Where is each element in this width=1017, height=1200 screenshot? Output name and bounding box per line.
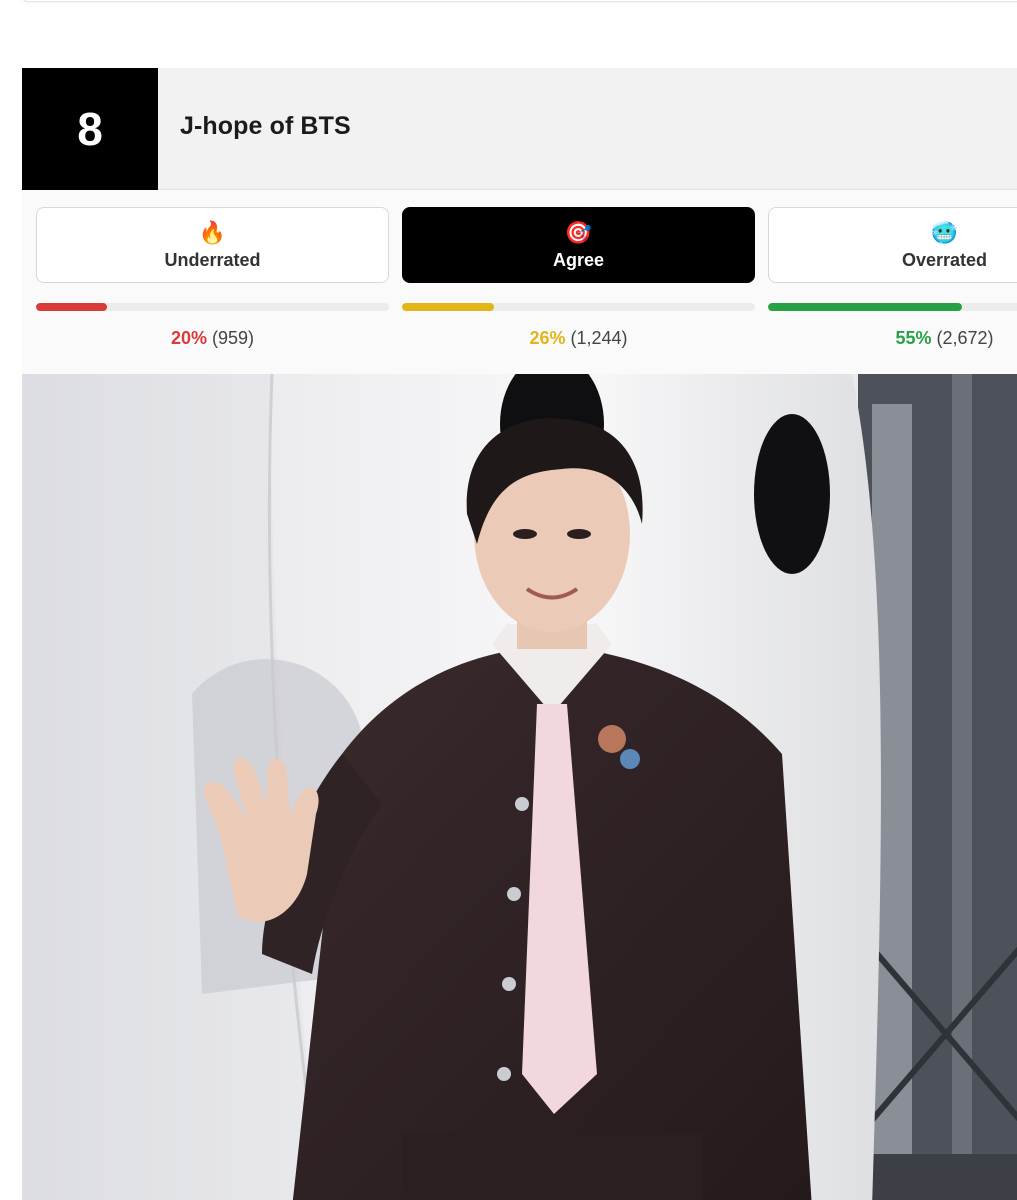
underrated-progress-bar — [36, 303, 389, 311]
item-photo — [22, 374, 1017, 1200]
underrated-stat: 20% (959) — [36, 328, 389, 349]
agree-progress-bar — [402, 303, 755, 311]
overrated-percent: 55% — [895, 328, 932, 348]
cold-face-icon: 🥶 — [930, 219, 959, 245]
underrated-count: (959) — [212, 328, 255, 348]
underrated-button[interactable]: 🔥 Underrated — [36, 207, 389, 283]
overrated-count: (2,672) — [936, 328, 994, 348]
underrated-progress-fill — [36, 303, 107, 311]
ranking-card: 8 J-hope of BTS 🔥 Underrated 20% (959) 🎯… — [22, 68, 1017, 1200]
overrated-progress-fill — [768, 303, 963, 311]
underrated-percent: 20% — [170, 328, 207, 348]
page: 8 J-hope of BTS 🔥 Underrated 20% (959) 🎯… — [0, 0, 1017, 1200]
previous-card-edge — [22, 0, 1017, 2]
agree-percent: 26% — [529, 328, 566, 348]
target-icon: 🎯 — [564, 219, 593, 245]
overrated-stat: 55% (2,672) — [768, 328, 1017, 349]
underrated-label: Underrated — [164, 249, 261, 270]
overrated-label: Overrated — [901, 249, 988, 270]
agree-progress-fill — [402, 303, 494, 311]
fire-icon: 🔥 — [198, 219, 227, 245]
agree-button[interactable]: 🎯 Agree — [402, 207, 755, 283]
agree-stat: 26% (1,244) — [402, 328, 755, 349]
rank-number: 8 — [22, 68, 158, 190]
vote-area: 🔥 Underrated 20% (959) 🎯 Agree 26% (1,24… — [22, 190, 1017, 374]
agree-label: Agree — [552, 249, 605, 270]
item-title[interactable]: J-hope of BTS — [180, 112, 351, 141]
card-header: 8 J-hope of BTS — [22, 68, 1017, 190]
overrated-progress-bar — [768, 303, 1017, 311]
overrated-button[interactable]: 🥶 Overrated — [768, 207, 1017, 283]
agree-count: (1,244) — [570, 328, 628, 348]
